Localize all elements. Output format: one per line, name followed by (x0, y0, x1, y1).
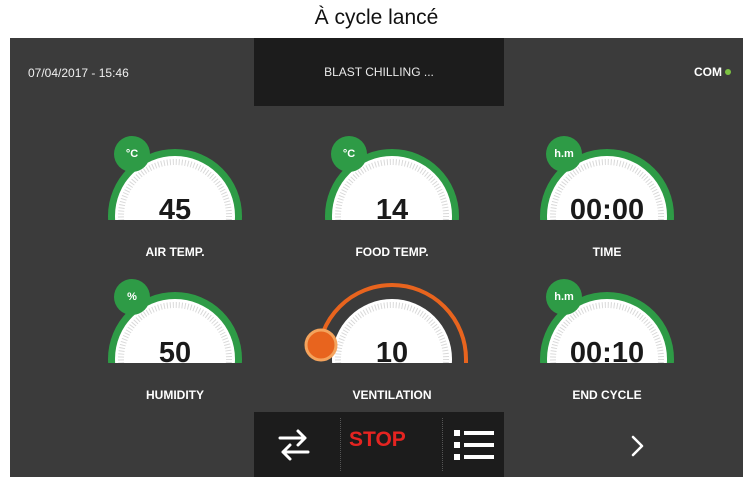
unit-badge: °C (114, 136, 150, 172)
gauge-value: 50 (158, 337, 192, 369)
gauge-time[interactable]: h.m 00:00 TIME (532, 128, 682, 259)
gauge-value: 14 (375, 194, 409, 226)
gauge-value: 45 (158, 194, 192, 226)
divider (340, 418, 341, 471)
unit-badge: h.m (546, 279, 582, 315)
status-box: BLAST CHILLING ... (254, 38, 504, 106)
control-panel-screen: 07/04/2017 - 15:46 BLAST CHILLING ... CO… (10, 38, 743, 477)
gauge-value: 00:10 (569, 337, 645, 369)
caption: À cycle lancé (314, 6, 439, 29)
gauge-label: TIME (592, 245, 622, 259)
gauge-food-temp[interactable]: °C 14 FOOD TEMP. (317, 128, 467, 259)
gauge-label: AIR TEMP. (145, 245, 205, 259)
list-menu-icon[interactable] (452, 426, 496, 464)
unit-badge: °C (331, 136, 367, 172)
chevron-right-icon[interactable] (622, 431, 652, 461)
gauge-air-temp[interactable]: °C 45 AIR TEMP. (100, 128, 250, 259)
com-label: COM (694, 65, 722, 79)
gauge-humidity[interactable]: % 50 HUMIDITY (100, 271, 250, 402)
bottom-toolbar: STOP (254, 412, 504, 477)
gauge-end-cycle[interactable]: h.m 00:10 END CYCLE (532, 271, 682, 402)
cycle-status: BLAST CHILLING ... (324, 65, 434, 79)
gauge-value: 10 (375, 337, 409, 369)
unit-badge: % (114, 279, 150, 315)
gauge-label: HUMIDITY (146, 388, 204, 402)
gauge-label: VENTILATION (352, 388, 432, 402)
stop-button[interactable]: STOP (349, 428, 406, 452)
com-status-dot (725, 69, 731, 75)
gauge-label: FOOD TEMP. (355, 245, 429, 259)
gauge-value: 00:00 (569, 194, 645, 226)
com-indicator: COM (694, 65, 731, 79)
gauge-ventilation[interactable]: 10 VENTILATION (304, 271, 468, 402)
datetime: 07/04/2017 - 15:46 (28, 66, 129, 80)
divider (442, 418, 443, 471)
unit-badge: h.m (546, 136, 582, 172)
gauge-label: END CYCLE (572, 388, 642, 402)
top-bar: 07/04/2017 - 15:46 BLAST CHILLING ... CO… (10, 38, 743, 106)
swap-arrows-icon[interactable] (274, 425, 314, 465)
